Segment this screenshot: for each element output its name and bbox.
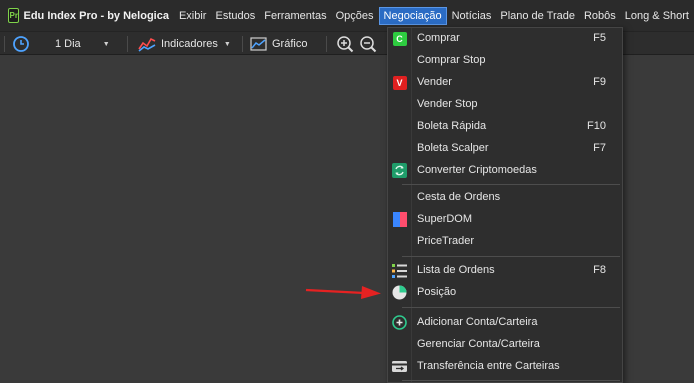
sell-icon: V bbox=[392, 75, 407, 90]
app-logo-icon: Pr bbox=[8, 8, 20, 23]
menu-separator bbox=[402, 380, 620, 381]
menu-item-superdom[interactable]: SuperDOM bbox=[388, 209, 622, 231]
app-title: Edu Index Pro - by Nelogica bbox=[23, 9, 169, 22]
menu-item-lista-de-ordens[interactable]: Lista de Ordens F8 bbox=[388, 260, 622, 282]
menu-noticias[interactable]: Notícias bbox=[448, 7, 496, 25]
add-account-icon bbox=[392, 315, 407, 330]
toolbar-separator bbox=[326, 36, 327, 52]
menu-item-label: Gerenciar Conta/Carteira bbox=[417, 338, 540, 350]
chart-icon bbox=[250, 37, 267, 51]
menu-item-label: SuperDOM bbox=[417, 213, 473, 225]
menu-item-gerenciar-conta[interactable]: Gerenciar Conta/Carteira bbox=[388, 334, 622, 356]
menu-item-label: Comprar bbox=[417, 32, 460, 44]
zoom-out-icon bbox=[360, 36, 377, 53]
toolbar-separator bbox=[242, 36, 243, 52]
shortcut-label: F7 bbox=[593, 142, 606, 154]
annotation-arrow-icon bbox=[305, 286, 381, 299]
indicators-icon bbox=[138, 37, 156, 52]
menu-separator bbox=[402, 184, 620, 185]
zoom-in-button[interactable] bbox=[336, 35, 354, 53]
sell-badge: V bbox=[392, 75, 407, 90]
menu-item-label: Lista de Ordens bbox=[417, 264, 495, 276]
menu-negociacao[interactable]: Negociação bbox=[378, 6, 447, 25]
menu-item-cesta-de-ordens[interactable]: Cesta de Ordens bbox=[388, 187, 622, 209]
buy-badge: C bbox=[392, 31, 407, 46]
menu-item-label: Transferência entre Carteiras bbox=[417, 360, 560, 372]
zoom-in-icon bbox=[337, 36, 354, 53]
menu-item-boleta-scalper[interactable]: Boleta Scalper F7 bbox=[388, 138, 622, 160]
menu-item-label: Converter Criptomoedas bbox=[417, 164, 537, 176]
buy-icon: C bbox=[392, 31, 407, 46]
negociacao-dropdown-menu: C Comprar F5 Comprar Stop V Vender F9 Ve… bbox=[387, 27, 623, 383]
chevron-down-icon: ▼ bbox=[223, 40, 231, 48]
transfer-icon bbox=[392, 359, 407, 374]
menu-opcoes[interactable]: Opções bbox=[332, 7, 378, 25]
menu-item-transferencia[interactable]: Transferência entre Carteiras bbox=[388, 356, 622, 378]
menu-long-short[interactable]: Long & Short bbox=[621, 7, 693, 25]
menu-item-label: Boleta Scalper bbox=[417, 142, 489, 154]
menu-item-posicao[interactable]: Posição bbox=[388, 282, 622, 304]
period-dropdown[interactable]: 1 Dia ▼ bbox=[55, 35, 119, 53]
zoom-out-button[interactable] bbox=[359, 35, 377, 53]
toolbar-separator bbox=[4, 36, 5, 52]
menu-item-label: Boleta Rápida bbox=[417, 120, 487, 132]
menu-separator bbox=[402, 256, 620, 257]
menu-item-label: Vender bbox=[417, 76, 452, 88]
shortcut-label: F10 bbox=[587, 120, 606, 132]
menu-item-converter-criptomoedas[interactable]: Converter Criptomoedas bbox=[388, 160, 622, 182]
shortcut-label: F8 bbox=[593, 264, 606, 276]
indicators-dropdown[interactable]: Indicadores ▼ bbox=[138, 35, 231, 53]
indicators-label: Indicadores bbox=[161, 38, 218, 50]
clock-button[interactable] bbox=[12, 35, 30, 53]
menu-item-adicionar-conta[interactable]: Adicionar Conta/Carteira bbox=[388, 312, 622, 334]
chart-button[interactable]: Gráfico bbox=[250, 35, 307, 53]
period-label: 1 Dia bbox=[55, 38, 81, 50]
chevron-down-icon: ▼ bbox=[102, 40, 110, 48]
menu-item-comprar-stop[interactable]: Comprar Stop bbox=[388, 50, 622, 72]
menu-item-label: Vender Stop bbox=[417, 98, 478, 110]
menu-item-label: PriceTrader bbox=[417, 235, 475, 247]
menu-item-comprar[interactable]: C Comprar F5 bbox=[388, 28, 622, 50]
menu-item-vender[interactable]: V Vender F9 bbox=[388, 72, 622, 94]
menu-item-label: Comprar Stop bbox=[417, 54, 486, 66]
menu-plano-de-trade[interactable]: Plano de Trade bbox=[496, 7, 579, 25]
toolbar-separator bbox=[127, 36, 128, 52]
menu-item-label: Posição bbox=[417, 286, 457, 298]
menu-ferramentas[interactable]: Ferramentas bbox=[260, 7, 330, 25]
menu-item-pricetrader[interactable]: PriceTrader bbox=[388, 231, 622, 253]
shortcut-label: F9 bbox=[593, 76, 606, 88]
chart-label: Gráfico bbox=[272, 38, 308, 50]
menu-item-vender-stop[interactable]: Vender Stop bbox=[388, 94, 622, 116]
superdom-icon bbox=[392, 212, 407, 227]
order-list-icon bbox=[392, 263, 407, 278]
clock-icon bbox=[13, 36, 29, 52]
position-pie-icon bbox=[392, 285, 407, 300]
menu-exibir[interactable]: Exibir bbox=[175, 7, 211, 25]
shortcut-label: F5 bbox=[593, 32, 606, 44]
menu-separator bbox=[402, 307, 620, 308]
menu-item-label: Cesta de Ordens bbox=[417, 191, 501, 203]
convert-icon bbox=[392, 163, 407, 178]
menu-item-label: Adicionar Conta/Carteira bbox=[417, 316, 538, 328]
menu-robos[interactable]: Robôs bbox=[580, 7, 620, 25]
menu-item-boleta-rapida[interactable]: Boleta Rápida F10 bbox=[388, 116, 622, 138]
menu-estudos[interactable]: Estudos bbox=[211, 7, 259, 25]
